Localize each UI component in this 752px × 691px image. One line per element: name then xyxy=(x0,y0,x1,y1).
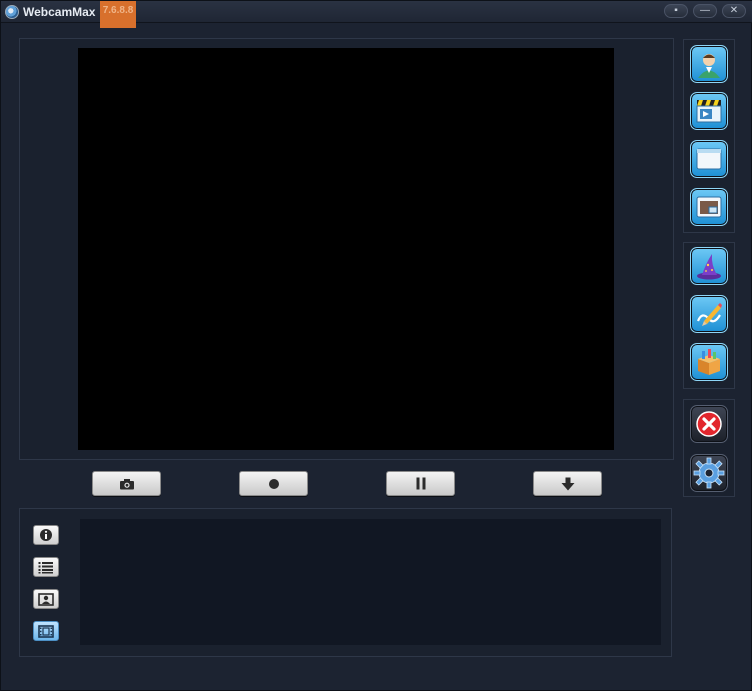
video-effects-button[interactable] xyxy=(690,92,728,130)
video-clapper-icon xyxy=(696,100,722,123)
record-icon xyxy=(268,478,279,489)
info-icon xyxy=(40,529,52,541)
draw-button[interactable] xyxy=(690,295,728,333)
picture-in-picture-button[interactable] xyxy=(690,188,728,226)
window-mode-button[interactable] xyxy=(690,140,728,178)
profile-button[interactable] xyxy=(690,45,728,83)
contact-card-icon xyxy=(38,592,54,606)
settings-gear-icon xyxy=(693,457,725,489)
close-icon xyxy=(696,411,722,437)
info-tab[interactable] xyxy=(33,525,59,545)
wizard-button[interactable] xyxy=(690,247,728,285)
picture-in-picture-icon xyxy=(696,196,722,218)
version-badge: 7.6.8.8 xyxy=(100,1,136,28)
list-icon xyxy=(38,561,53,573)
exit-effects-button[interactable] xyxy=(690,405,728,443)
record-button[interactable] xyxy=(239,471,308,496)
paint-pencil-icon xyxy=(696,303,722,326)
list-tab[interactable] xyxy=(33,557,59,577)
mini-mode-button[interactable]: ▪ xyxy=(664,4,688,18)
effects-button[interactable] xyxy=(690,343,728,381)
film-tab[interactable] xyxy=(33,621,59,641)
webcam-app-icon xyxy=(5,5,19,19)
film-icon xyxy=(38,624,54,638)
effects-box-icon xyxy=(698,349,720,375)
window-icon xyxy=(696,148,722,170)
snapshot-button[interactable] xyxy=(92,471,161,496)
profile-icon xyxy=(698,54,720,78)
pause-icon xyxy=(416,477,425,490)
contact-tab[interactable] xyxy=(33,589,59,609)
settings-button[interactable] xyxy=(690,454,728,492)
camera-icon xyxy=(119,478,134,489)
webcammax-window: WebcamMax 7.6.8.8 ▪ — ✕ xyxy=(0,0,752,691)
close-window-button[interactable]: ✕ xyxy=(722,4,746,18)
app-title: WebcamMax xyxy=(23,5,96,19)
pause-button[interactable] xyxy=(386,471,455,496)
webcam-preview[interactable] xyxy=(78,48,614,450)
download-button[interactable] xyxy=(533,471,602,496)
wizard-hat-icon xyxy=(697,254,721,280)
title-bar[interactable]: WebcamMax 7.6.8.8 ▪ — ✕ xyxy=(1,1,752,28)
info-display-area xyxy=(80,519,661,645)
minimize-button[interactable]: — xyxy=(693,4,717,18)
download-icon xyxy=(561,477,574,490)
